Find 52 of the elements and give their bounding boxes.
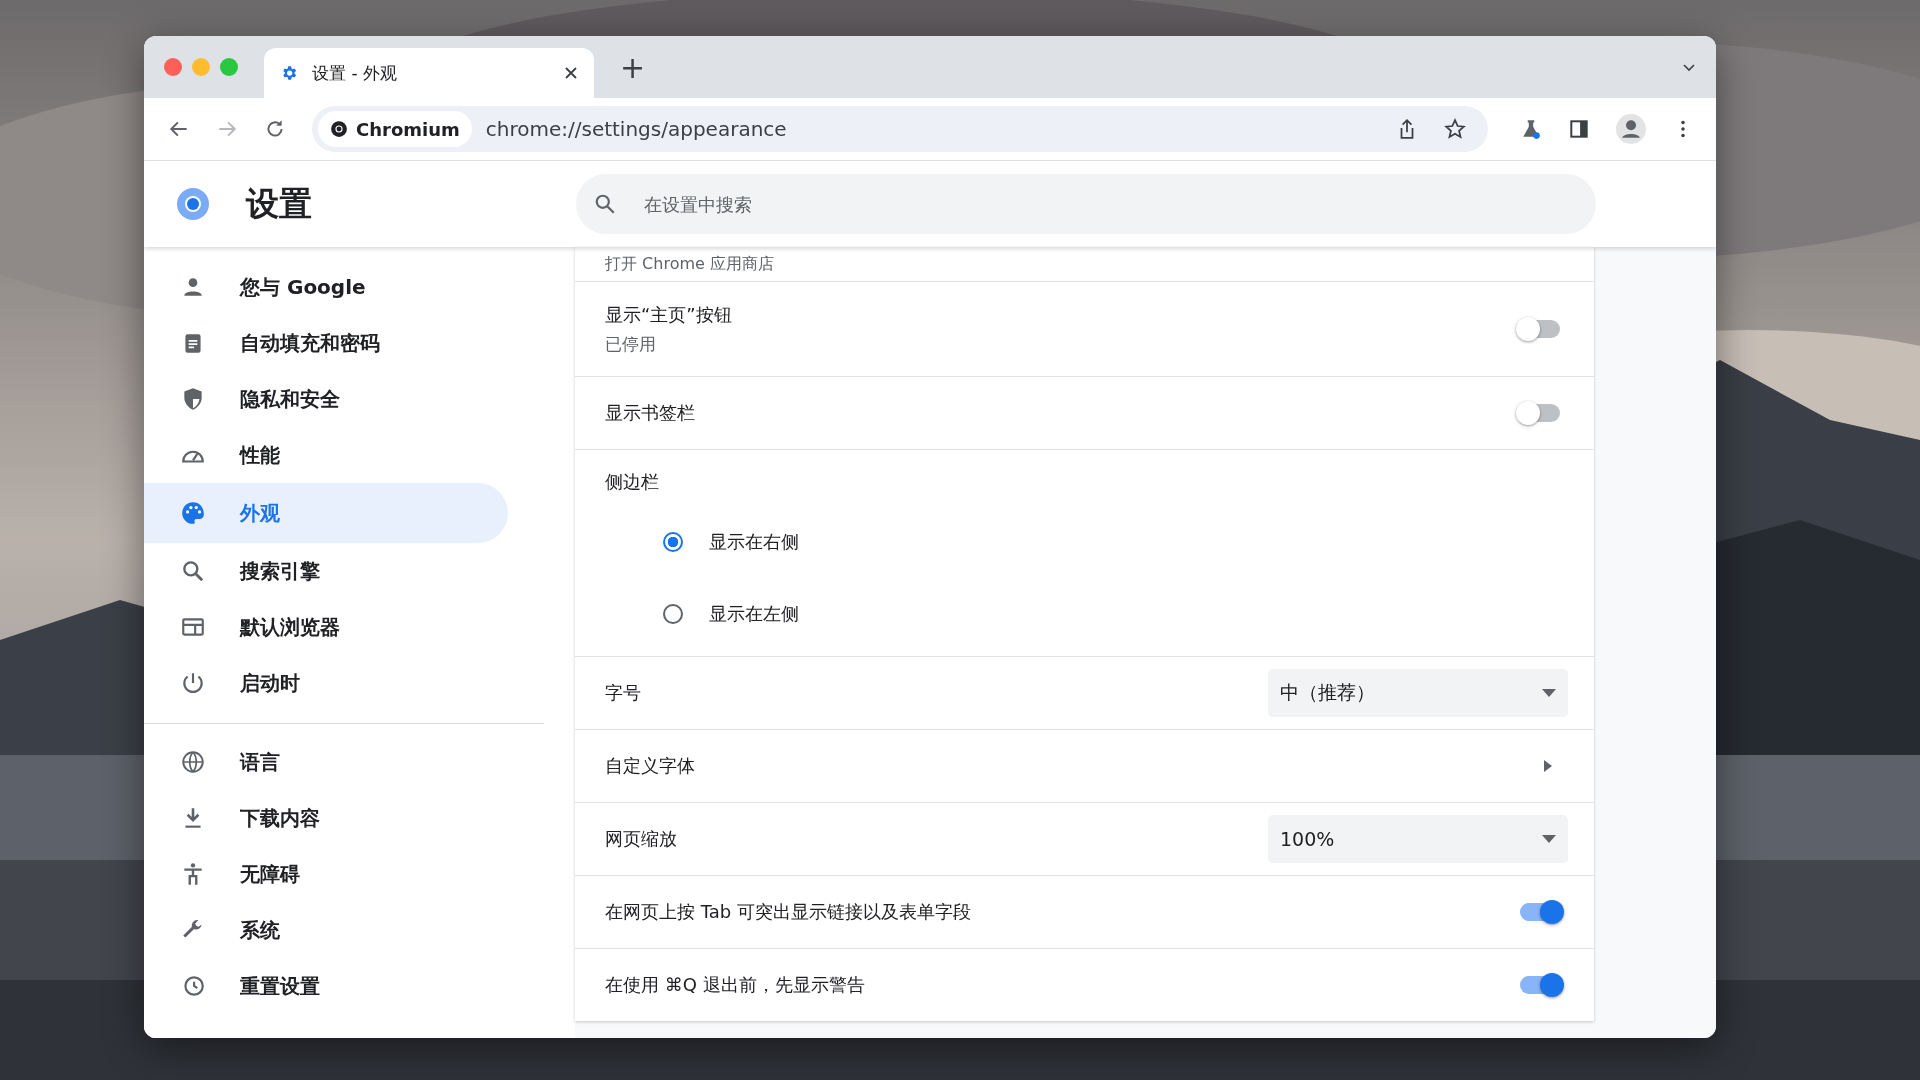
tab-title: 设置 - 外观 <box>312 61 398 85</box>
dropdown[interactable]: 100% <box>1268 815 1568 863</box>
sidebar-item[interactable]: 性能 <box>144 427 508 483</box>
power-icon <box>180 670 206 696</box>
setting-label: 在使用 ⌘Q 退出前，先显示警告 <box>605 973 866 997</box>
sidebar-item[interactable]: 您与 Google <box>144 259 508 315</box>
browser-tab[interactable]: 设置 - 外观 <box>264 48 594 98</box>
setting-label: 显示书签栏 <box>605 401 696 425</box>
sidebar-item[interactable]: 语言 <box>144 734 508 790</box>
sidebar-item[interactable]: 默认浏览器 <box>144 599 508 655</box>
search-icon <box>594 193 616 215</box>
radio-label[interactable]: 显示在左侧 <box>709 602 799 626</box>
setting-label: 打开 Chrome 应用商店 <box>605 253 774 275</box>
sidebar-item[interactable]: 外观 <box>144 483 508 543</box>
new-tab-button[interactable]: + <box>614 48 652 86</box>
site-chip[interactable]: Chromium <box>318 111 472 147</box>
star-icon[interactable] <box>1444 118 1466 140</box>
dropdown[interactable]: 中（推荐） <box>1268 669 1568 717</box>
close-icon[interactable] <box>564 66 578 80</box>
side-panel-icon[interactable] <box>1568 118 1590 140</box>
setting-label: 显示“主页”按钮 <box>605 302 733 327</box>
sidebar-item[interactable]: 隐私和安全 <box>144 371 508 427</box>
radio-label[interactable]: 显示在右侧 <box>709 530 799 554</box>
sidebar-item[interactable]: 重置设置 <box>144 958 508 1014</box>
setting-label: 在网页上按 Tab 可突出显示链接以及表单字段 <box>605 900 972 924</box>
sidebar-item[interactable]: 启动时 <box>144 655 508 711</box>
setting-label: 字号 <box>605 681 641 705</box>
sidebar-item[interactable]: 自动填充和密码 <box>144 315 508 371</box>
flask-icon[interactable] <box>1520 118 1542 140</box>
setting-label: 网页缩放 <box>605 827 677 851</box>
sidebar-item[interactable]: 无障碍 <box>144 846 508 902</box>
sidebar-item[interactable]: 搜索引擎 <box>144 543 508 599</box>
palette-icon <box>180 500 206 526</box>
caret-right-icon[interactable] <box>1544 760 1552 772</box>
search-field[interactable]: 在设置中搜索 <box>576 174 1596 234</box>
setting-label[interactable]: 自定义字体 <box>605 754 695 778</box>
url-text: chrome://settings/appearance <box>485 117 787 141</box>
chromium-logo-icon <box>176 187 210 221</box>
globe-icon <box>180 749 206 775</box>
address-bar[interactable]: Chromium chrome://settings/appearance <box>312 106 1488 152</box>
search-icon <box>180 558 206 584</box>
sidebar-item[interactable]: 下载内容 <box>144 790 508 846</box>
caret-icon <box>1542 835 1556 843</box>
radio-button[interactable] <box>663 604 683 624</box>
setting-status: 已停用 <box>605 332 657 356</box>
page-title: 设置 <box>246 182 313 225</box>
sidebar-item[interactable]: 系统 <box>144 902 508 958</box>
caret-icon <box>1542 689 1556 697</box>
setting-label: 侧边栏 <box>605 470 660 494</box>
chromium-logo-icon <box>330 120 348 138</box>
avatar-icon[interactable] <box>1616 114 1646 144</box>
radio-button[interactable] <box>663 532 683 552</box>
